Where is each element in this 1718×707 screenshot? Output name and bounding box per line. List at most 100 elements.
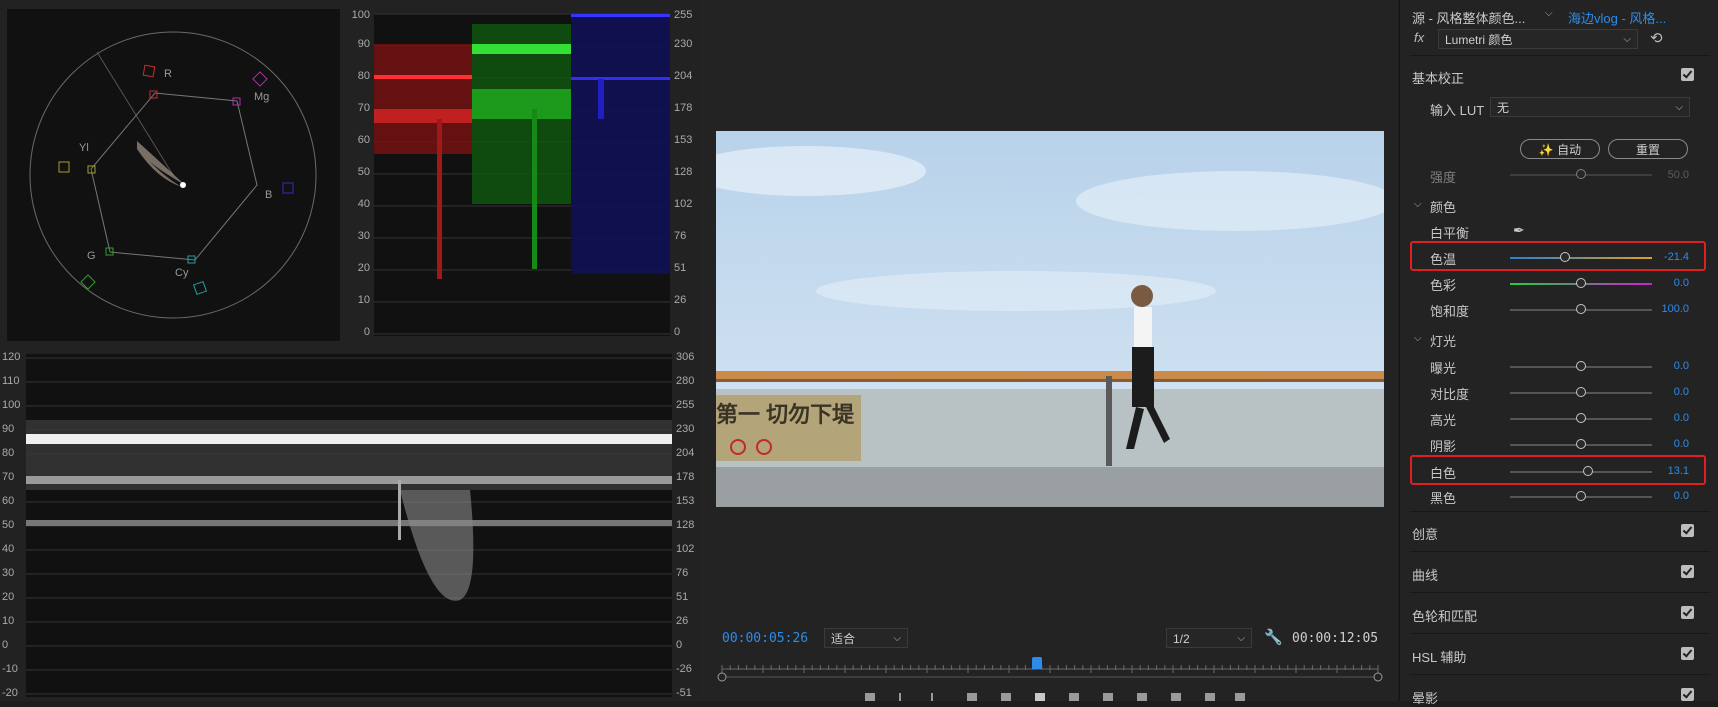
play-icon[interactable]: [1035, 693, 1045, 701]
wave-tick-right: -51: [676, 687, 692, 699]
marker-icon[interactable]: [865, 693, 875, 701]
exposure-slider[interactable]: [1510, 361, 1652, 371]
whites-value[interactable]: 13.1: [1668, 465, 1689, 477]
section-curves[interactable]: 曲线: [1400, 563, 1718, 583]
input-lut-dropdown[interactable]: 无 ⌵: [1490, 97, 1690, 117]
wave-tick-left: 20: [2, 591, 15, 603]
shadows-label: 阴影: [1430, 439, 1457, 454]
transport-buttons: [865, 693, 1245, 701]
luma-waveform-graph: [26, 354, 672, 697]
section-vignette-checkbox[interactable]: [1681, 688, 1694, 701]
exposure-value[interactable]: 0.0: [1674, 360, 1689, 372]
chevron-down-icon[interactable]: ⌵: [1414, 199, 1422, 210]
parade-tick-left: 80: [357, 70, 370, 82]
shadows-value[interactable]: 0.0: [1674, 438, 1689, 450]
section-wheels[interactable]: 色轮和匹配: [1400, 604, 1718, 624]
wave-tick-left: -20: [2, 687, 18, 699]
parade-tick-right: 26: [674, 294, 687, 306]
section-wheels-checkbox[interactable]: [1681, 606, 1694, 619]
comparison-view-icon[interactable]: [1235, 693, 1245, 701]
intensity-value[interactable]: 50.0: [1668, 169, 1689, 181]
wave-tick-left: 10: [2, 615, 15, 627]
effect-row: fx Lumetri 颜色 ⌵ ⟲: [1400, 29, 1718, 51]
section-creative-checkbox[interactable]: [1681, 524, 1694, 537]
monitor-timeline[interactable]: [700, 657, 1398, 701]
fit-dropdown[interactable]: 适合 ⌵: [824, 628, 908, 648]
go-to-in-icon[interactable]: [967, 693, 977, 701]
reset-button[interactable]: 重置: [1608, 139, 1688, 159]
parade-tick-right: 153: [674, 134, 693, 146]
whites-slider[interactable]: [1510, 466, 1652, 476]
contrast-value[interactable]: 0.0: [1674, 386, 1689, 398]
lumetri-scopes-panel: R Mg B Cy G Yl 100 90 80 70 60 50 40 30 …: [0, 0, 700, 701]
wrench-icon[interactable]: 🔧: [1264, 628, 1283, 646]
blacks-value[interactable]: 0.0: [1674, 490, 1689, 502]
whites-row: 白色 13.1: [1400, 463, 1718, 481]
intensity-label: 强度: [1430, 170, 1457, 185]
slider-knob[interactable]: [1560, 252, 1571, 262]
section-color[interactable]: ⌵ 颜色: [1400, 197, 1718, 215]
slider-knob[interactable]: [1576, 278, 1586, 288]
camera-icon[interactable]: [1205, 693, 1215, 701]
section-light-title: 灯光: [1430, 334, 1457, 349]
temperature-value[interactable]: -21.4: [1664, 251, 1689, 263]
auto-button[interactable]: ✨ 自动: [1520, 139, 1600, 159]
highlights-slider[interactable]: [1510, 413, 1652, 423]
temperature-slider[interactable]: [1510, 252, 1652, 262]
rgb-parade-graph: [374, 13, 670, 336]
wave-tick-right: 204: [676, 447, 695, 459]
tint-slider[interactable]: [1510, 278, 1652, 288]
mark-in-icon[interactable]: [899, 693, 901, 701]
divider: [1410, 551, 1710, 552]
vector-label-r: R: [164, 68, 172, 80]
parade-tick-left: 10: [357, 294, 370, 306]
slider-knob[interactable]: [1576, 361, 1586, 371]
shadows-slider[interactable]: [1510, 439, 1652, 449]
go-to-out-icon[interactable]: [1103, 693, 1113, 701]
source-clip-label[interactable]: 源 - 风格整体颜色...: [1412, 8, 1525, 27]
tint-value[interactable]: 0.0: [1674, 277, 1689, 289]
intensity-slider[interactable]: [1510, 169, 1652, 179]
exposure-label: 曝光: [1430, 361, 1457, 376]
step-forward-icon[interactable]: [1069, 693, 1079, 701]
sequence-clip-label[interactable]: 海边vlog - 风格...: [1568, 8, 1666, 27]
slider-knob[interactable]: [1576, 413, 1586, 423]
slider-knob[interactable]: [1576, 169, 1586, 179]
slider-knob[interactable]: [1576, 304, 1586, 314]
saturation-slider[interactable]: [1510, 304, 1652, 314]
contrast-slider[interactable]: [1510, 387, 1652, 397]
effect-dropdown[interactable]: Lumetri 颜色 ⌵: [1438, 29, 1638, 49]
section-basic[interactable]: 基本校正: [1400, 66, 1718, 86]
slider-knob[interactable]: [1576, 387, 1586, 397]
blacks-slider[interactable]: [1510, 491, 1652, 501]
lift-icon[interactable]: [1137, 693, 1147, 701]
fx-icon[interactable]: fx: [1414, 30, 1424, 45]
section-vignette[interactable]: 晕影: [1400, 686, 1718, 706]
wave-tick-right: 306: [676, 351, 695, 363]
section-hsl[interactable]: HSL 辅助: [1400, 645, 1718, 665]
resolution-dropdown[interactable]: 1/2 ⌵: [1166, 628, 1252, 648]
extract-icon[interactable]: [1171, 693, 1181, 701]
section-light[interactable]: ⌵ 灯光: [1400, 331, 1718, 349]
parade-tick-left: 100: [351, 9, 370, 21]
playhead[interactable]: [1031, 657, 1042, 669]
wave-tick-left: 100: [2, 399, 21, 411]
saturation-value[interactable]: 100.0: [1661, 303, 1689, 315]
section-hsl-checkbox[interactable]: [1681, 647, 1694, 660]
slider-knob[interactable]: [1576, 439, 1586, 449]
section-curves-checkbox[interactable]: [1681, 565, 1694, 578]
slider-knob[interactable]: [1583, 466, 1594, 476]
current-timecode[interactable]: 00:00:05:26: [722, 631, 808, 646]
slider-knob[interactable]: [1576, 491, 1586, 501]
highlights-value[interactable]: 0.0: [1674, 412, 1689, 424]
chevron-down-icon[interactable]: ⌵: [1545, 8, 1553, 19]
wave-tick-right: -26: [676, 663, 692, 675]
mark-out-icon[interactable]: [931, 693, 933, 701]
chevron-down-icon[interactable]: ⌵: [1414, 333, 1422, 344]
section-basic-checkbox[interactable]: [1681, 68, 1694, 81]
eyedropper-icon[interactable]: ✒: [1513, 222, 1525, 239]
intensity-row: 强度 50.0: [1400, 167, 1718, 185]
reset-effect-icon[interactable]: ⟲: [1650, 29, 1663, 47]
step-back-icon[interactable]: [1001, 693, 1011, 701]
section-creative[interactable]: 创意: [1400, 522, 1718, 542]
